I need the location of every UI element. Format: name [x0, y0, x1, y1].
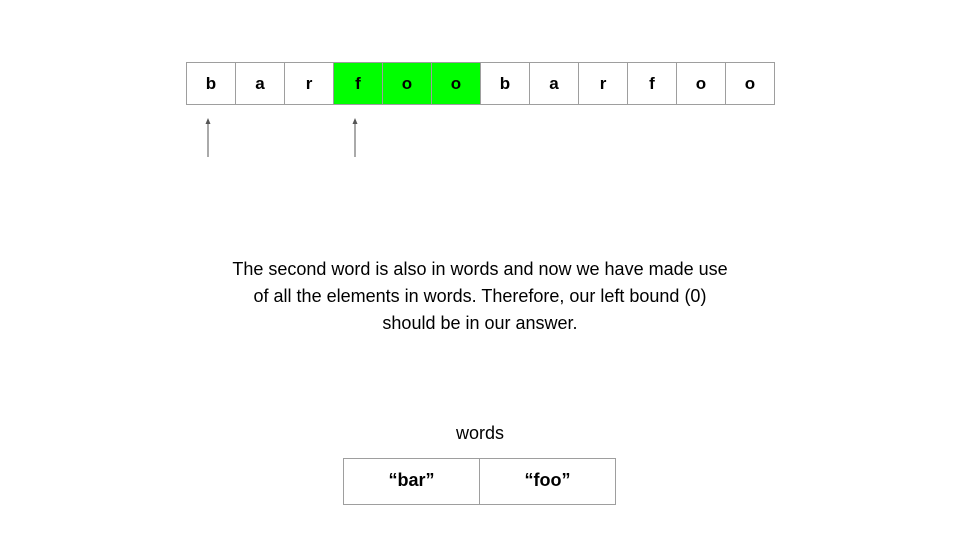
char-cell-9: f — [628, 63, 677, 105]
right-pointer-arrow-icon — [352, 118, 358, 157]
char-cell-0: b — [187, 63, 236, 105]
char-cell-1: a — [236, 63, 285, 105]
char-cell-4: o — [383, 63, 432, 105]
string-array: barfoobarfoo — [186, 62, 775, 105]
explanation-caption: The second word is also in words and now… — [200, 256, 760, 337]
char-cell-10: o — [677, 63, 726, 105]
word-cell-bar: “bar” — [344, 459, 480, 505]
char-cell-2: r — [285, 63, 334, 105]
caption-line-1: The second word is also in words and now… — [232, 259, 728, 279]
words-label: words — [455, 423, 504, 443]
left-pointer-arrow-icon — [205, 118, 211, 157]
char-cell-7: a — [530, 63, 579, 105]
char-cell-5: o — [432, 63, 481, 105]
char-cell-6: b — [481, 63, 530, 105]
words-table: “bar” “foo” — [343, 458, 616, 505]
word-cell-foo: “foo” — [480, 459, 616, 505]
char-cell-3: f — [334, 63, 383, 105]
char-cell-8: r — [579, 63, 628, 105]
char-cell-11: o — [726, 63, 775, 105]
caption-line-3: should be in our answer. — [382, 313, 578, 333]
caption-line-2: of all the elements in words. Therefore,… — [253, 286, 707, 306]
